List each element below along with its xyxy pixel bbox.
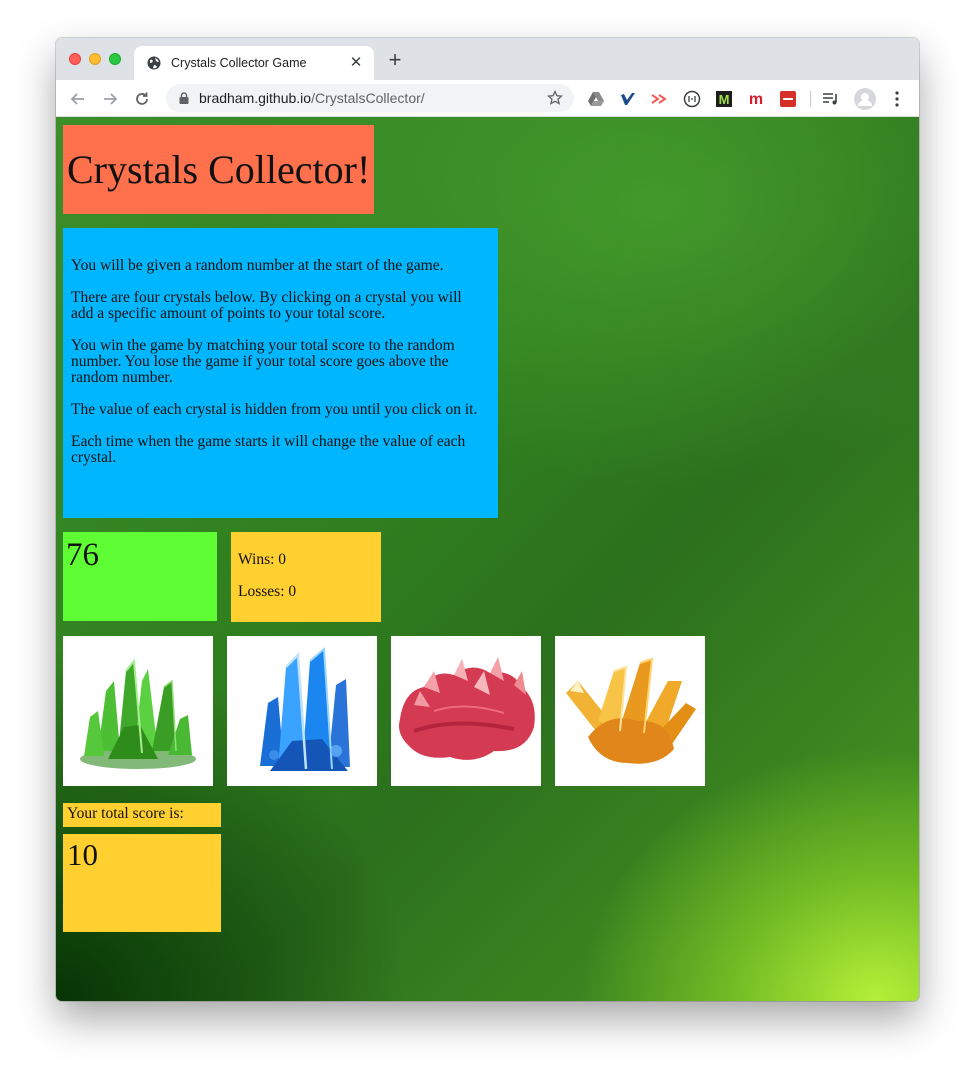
maximize-window-button[interactable] xyxy=(109,53,121,65)
random-number: 76 xyxy=(66,537,99,573)
score-label: Your total score is: xyxy=(63,803,221,827)
browser-window: Crystals Collector Game ✕ + bradham.gith… xyxy=(56,38,919,1001)
google-drive-icon[interactable] xyxy=(587,90,605,108)
plus-icon[interactable]: + xyxy=(386,49,404,71)
game-header: Crystals Collector! xyxy=(63,125,374,214)
orange-crystal-button[interactable] xyxy=(555,636,705,786)
instruction-text: There are four crystals below. By clicki… xyxy=(71,289,462,322)
red-crystal-button[interactable] xyxy=(391,636,541,786)
wins-counter: Wins: 0 xyxy=(238,551,287,568)
back-icon[interactable] xyxy=(68,89,88,109)
page-viewport: Crystals Collector! You will be given a … xyxy=(56,117,919,1001)
star-icon[interactable] xyxy=(546,89,564,107)
close-window-button[interactable] xyxy=(69,53,81,65)
url-text: bradham.github.io/CrystalsCollector/ xyxy=(199,90,546,106)
circle-icon[interactable] xyxy=(683,90,701,108)
stats-box: Wins: 0 Losses: 0 xyxy=(231,532,381,622)
losses-counter: Losses: 0 xyxy=(238,583,297,600)
total-score: 10 xyxy=(67,837,98,872)
profile-icon[interactable] xyxy=(854,88,876,110)
red-crystal-icon xyxy=(399,657,535,760)
random-number-box: 76 xyxy=(63,532,217,621)
url-host: bradham.github.io xyxy=(199,90,312,106)
tab-title: Crystals Collector Game xyxy=(171,56,307,70)
url-path: /CrystalsCollector/ xyxy=(311,90,425,106)
blue-crystal-button[interactable] xyxy=(227,636,377,786)
address-bar[interactable]: bradham.github.io/CrystalsCollector/ xyxy=(166,84,574,112)
instruction-text: Each time when the game starts it will c… xyxy=(71,433,466,466)
playlist-icon[interactable] xyxy=(822,90,840,108)
svg-text:M: M xyxy=(719,92,730,107)
lock-icon xyxy=(178,91,190,105)
tab-bar: Crystals Collector Game ✕ + xyxy=(56,38,919,80)
blue-crystal-icon xyxy=(260,646,350,771)
instruction-text: You win the game by matching your total … xyxy=(71,337,455,386)
close-icon[interactable]: ✕ xyxy=(348,55,364,71)
tab-active[interactable]: Crystals Collector Game ✕ xyxy=(134,46,374,80)
toolbar: bradham.github.io/CrystalsCollector/ M m xyxy=(56,80,919,117)
instructions-panel: You will be given a random number at the… xyxy=(63,228,498,518)
instruction-text: The value of each crystal is hidden from… xyxy=(71,401,478,418)
m-green-icon[interactable]: M xyxy=(715,90,733,108)
reload-icon[interactable] xyxy=(132,89,152,109)
vimeo-icon[interactable] xyxy=(619,90,637,108)
svg-text:m: m xyxy=(749,91,763,107)
globe-icon xyxy=(146,55,162,71)
forward-icon[interactable] xyxy=(100,89,120,109)
menu-icon[interactable] xyxy=(888,90,906,108)
orange-crystal-icon xyxy=(566,657,696,764)
cast-icon[interactable] xyxy=(651,90,669,108)
total-score-box: 10 xyxy=(63,834,221,932)
instruction-text: You will be given a random number at the… xyxy=(71,257,444,274)
minimize-window-button[interactable] xyxy=(89,53,101,65)
page-title: Crystals Collector! xyxy=(67,147,371,192)
m-red-icon[interactable]: m xyxy=(747,90,765,108)
green-crystal-icon xyxy=(80,658,196,769)
ext-red-icon[interactable] xyxy=(779,90,797,108)
green-crystal-button[interactable] xyxy=(63,636,213,786)
toolbar-separator xyxy=(810,91,811,107)
